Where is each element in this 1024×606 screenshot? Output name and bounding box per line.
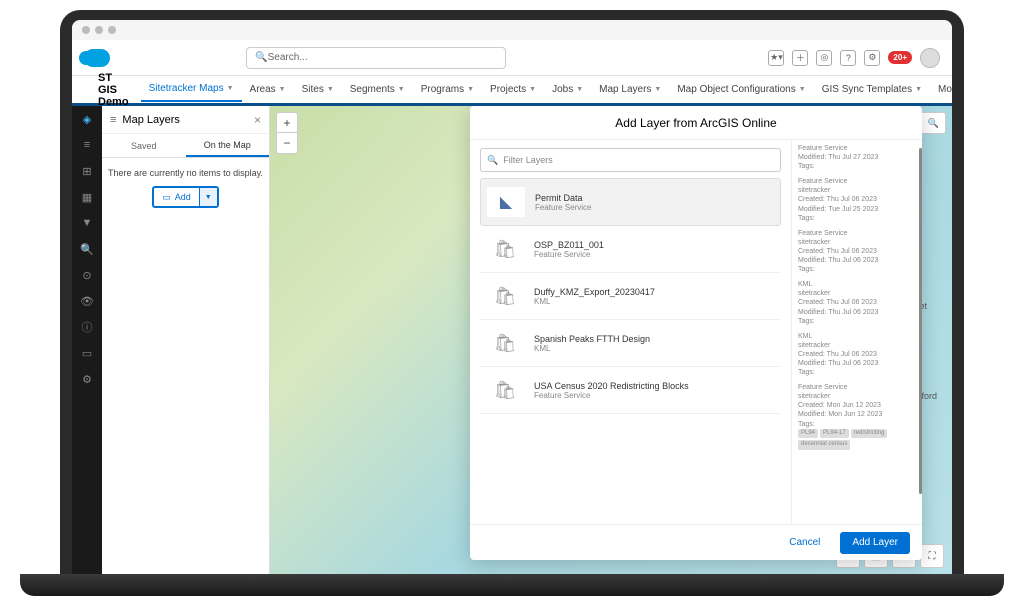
empty-message: There are currently no items to display. bbox=[108, 168, 263, 178]
rail-search-icon[interactable]: 🔍 bbox=[80, 242, 94, 256]
vertical-rail: ◈ ≡ ⊞ ▦ ▼ 🔍 ⊙ 👁 ⓘ ▭ ⚙ bbox=[72, 106, 102, 576]
setup-gear-icon[interactable]: ⚙ bbox=[864, 50, 880, 66]
panel-menu-icon[interactable]: ≡ bbox=[110, 114, 116, 126]
avatar[interactable] bbox=[920, 48, 940, 68]
nav-item-programs[interactable]: Programs ▼ bbox=[413, 77, 482, 102]
layer-type: Feature Service bbox=[535, 203, 591, 212]
traffic-light-close[interactable] bbox=[82, 26, 90, 34]
rail-filter-icon[interactable]: ▼ bbox=[80, 216, 94, 230]
laptop-base bbox=[20, 574, 1004, 596]
nav-item-map-object-configurations[interactable]: Map Object Configurations ▼ bbox=[669, 77, 813, 102]
layer-shape-icon: ◣ bbox=[487, 187, 525, 217]
add-layer-modal: Add Layer from ArcGIS Online 🔍 Filter La… bbox=[470, 106, 922, 560]
rail-grid-icon[interactable]: ⊞ bbox=[80, 164, 94, 178]
layer-detail-block: Feature ServicesitetrackerCreated: Mon J… bbox=[798, 383, 916, 450]
bag-icon: 🛍 bbox=[486, 375, 524, 405]
layer-detail-block: Feature ServicesitetrackerCreated: Thu J… bbox=[798, 177, 916, 222]
layer-row[interactable]: 🛍 Spanish Peaks FTTH DesignKML bbox=[480, 320, 781, 367]
layer-row[interactable]: ◣ Permit DataFeature Service bbox=[480, 178, 781, 226]
notification-badge[interactable]: 20+ bbox=[888, 51, 912, 64]
layer-detail-block: Feature ServiceModified: Thu Jul 27 2023… bbox=[798, 144, 916, 171]
traffic-light-min[interactable] bbox=[95, 26, 103, 34]
layer-type: KML bbox=[534, 344, 650, 353]
rail-table-icon[interactable]: ▦ bbox=[80, 190, 94, 204]
modal-title: Add Layer from ArcGIS Online bbox=[470, 106, 922, 140]
salesforce-logo-icon bbox=[84, 49, 110, 67]
rail-gear-icon[interactable]: ⚙ bbox=[80, 372, 94, 386]
browser-chrome bbox=[72, 20, 952, 40]
layer-list: ◣Permit DataFeature Service🛍OSP_BZ011_00… bbox=[480, 178, 781, 516]
nav-item-sites[interactable]: Sites ▼ bbox=[294, 77, 342, 102]
map[interactable]: + − Find address or place🔍 New York Yonk… bbox=[270, 106, 952, 576]
bag-icon: 🛍 bbox=[486, 281, 524, 311]
rail-eye-icon[interactable]: 👁 bbox=[80, 294, 94, 308]
nav-item-areas[interactable]: Areas ▼ bbox=[242, 77, 294, 102]
tab-on-the-map[interactable]: On the Map bbox=[186, 134, 270, 157]
workspace: ◈ ≡ ⊞ ▦ ▼ 🔍 ⊙ 👁 ⓘ ▭ ⚙ ≡ Map Layers × Sav… bbox=[72, 106, 952, 576]
layer-row[interactable]: 🛍 OSP_BZ011_001Feature Service bbox=[480, 226, 781, 273]
layer-name: OSP_BZ011_001 bbox=[534, 240, 604, 250]
search-input[interactable]: 🔍 Search... bbox=[246, 47, 506, 69]
add-button-group: ▭ Add ▼ bbox=[152, 186, 219, 208]
layer-name: Permit Data bbox=[535, 193, 591, 203]
layer-detail-block: KMLsitetrackerCreated: Thu Jul 06 2023Mo… bbox=[798, 280, 916, 325]
rail-location-icon[interactable]: ⊙ bbox=[80, 268, 94, 282]
nav-item-sitetracker-maps[interactable]: Sitetracker Maps ▼ bbox=[141, 77, 242, 102]
layer-row[interactable]: 🛍 USA Census 2020 Redistricting BlocksFea… bbox=[480, 367, 781, 414]
app-nav: ST GIS Demo Sitetracker Maps ▼Areas ▼Sit… bbox=[72, 76, 952, 106]
add-dropdown-icon[interactable]: ▼ bbox=[199, 188, 217, 206]
layer-name: Duffy_KMZ_Export_20230417 bbox=[534, 287, 655, 297]
zoom-controls: + − bbox=[276, 112, 298, 154]
filter-layers-input[interactable]: 🔍 Filter Layers bbox=[480, 148, 781, 172]
nav-item-more[interactable]: More ▼ bbox=[930, 77, 952, 102]
rail-menu-icon[interactable]: ▭ bbox=[80, 346, 94, 360]
bag-icon: 🛍 bbox=[486, 234, 524, 264]
add-button[interactable]: ▭ Add bbox=[154, 188, 199, 206]
nav-item-gis-sync-templates[interactable]: GIS Sync Templates ▼ bbox=[814, 77, 930, 102]
layer-type: Feature Service bbox=[534, 250, 604, 259]
cancel-button[interactable]: Cancel bbox=[777, 532, 832, 554]
search-icon: 🔍 bbox=[928, 118, 939, 129]
close-panel-icon[interactable]: × bbox=[254, 113, 261, 127]
help-icon[interactable]: ? bbox=[840, 50, 856, 66]
layer-detail-block: KMLsitetrackerCreated: Thu Jul 06 2023Mo… bbox=[798, 332, 916, 377]
layer-row[interactable]: 🛍 Duffy_KMZ_Export_20230417KML bbox=[480, 273, 781, 320]
bag-icon: 🛍 bbox=[486, 328, 524, 358]
zoom-out-button[interactable]: − bbox=[277, 133, 297, 153]
layer-name: Spanish Peaks FTTH Design bbox=[534, 334, 650, 344]
layer-type: Feature Service bbox=[534, 391, 689, 400]
nav-item-projects[interactable]: Projects ▼ bbox=[482, 77, 544, 102]
rail-list-icon[interactable]: ≡ bbox=[80, 138, 94, 152]
guidance-icon[interactable]: ◎ bbox=[816, 50, 832, 66]
screen: 🔍 Search... ★▾ ＋ ◎ ? ⚙ 20+ ST GIS Demo S… bbox=[72, 20, 952, 576]
tab-saved[interactable]: Saved bbox=[102, 134, 186, 157]
layer-type: KML bbox=[534, 297, 655, 306]
layer-details-pane: Feature ServiceModified: Thu Jul 27 2023… bbox=[792, 140, 922, 524]
app-launcher-icon[interactable] bbox=[84, 83, 86, 97]
rail-info-icon[interactable]: ⓘ bbox=[80, 320, 94, 334]
rail-tool-1-icon[interactable]: ◈ bbox=[80, 112, 94, 126]
global-header: 🔍 Search... ★▾ ＋ ◎ ? ⚙ 20+ bbox=[72, 40, 952, 76]
favorites-icon[interactable]: ★▾ bbox=[768, 50, 784, 66]
add-icon[interactable]: ＋ bbox=[792, 50, 808, 66]
zoom-in-button[interactable]: + bbox=[277, 113, 297, 133]
map-expand-icon[interactable]: ⛶ bbox=[920, 544, 944, 568]
layer-name: USA Census 2020 Redistricting Blocks bbox=[534, 381, 689, 391]
nav-item-jobs[interactable]: Jobs ▼ bbox=[544, 77, 591, 102]
map-layers-panel: ≡ Map Layers × Saved On the Map There ar… bbox=[102, 106, 270, 576]
add-layer-button[interactable]: Add Layer bbox=[840, 532, 910, 554]
traffic-light-max[interactable] bbox=[108, 26, 116, 34]
nav-item-map-layers[interactable]: Map Layers ▼ bbox=[591, 77, 669, 102]
layer-detail-block: Feature ServicesitetrackerCreated: Thu J… bbox=[798, 229, 916, 274]
app-name: ST GIS Demo bbox=[98, 72, 129, 108]
panel-title: Map Layers bbox=[122, 114, 254, 126]
nav-item-segments[interactable]: Segments ▼ bbox=[342, 77, 413, 102]
laptop-frame: 🔍 Search... ★▾ ＋ ◎ ? ⚙ 20+ ST GIS Demo S… bbox=[60, 10, 964, 576]
